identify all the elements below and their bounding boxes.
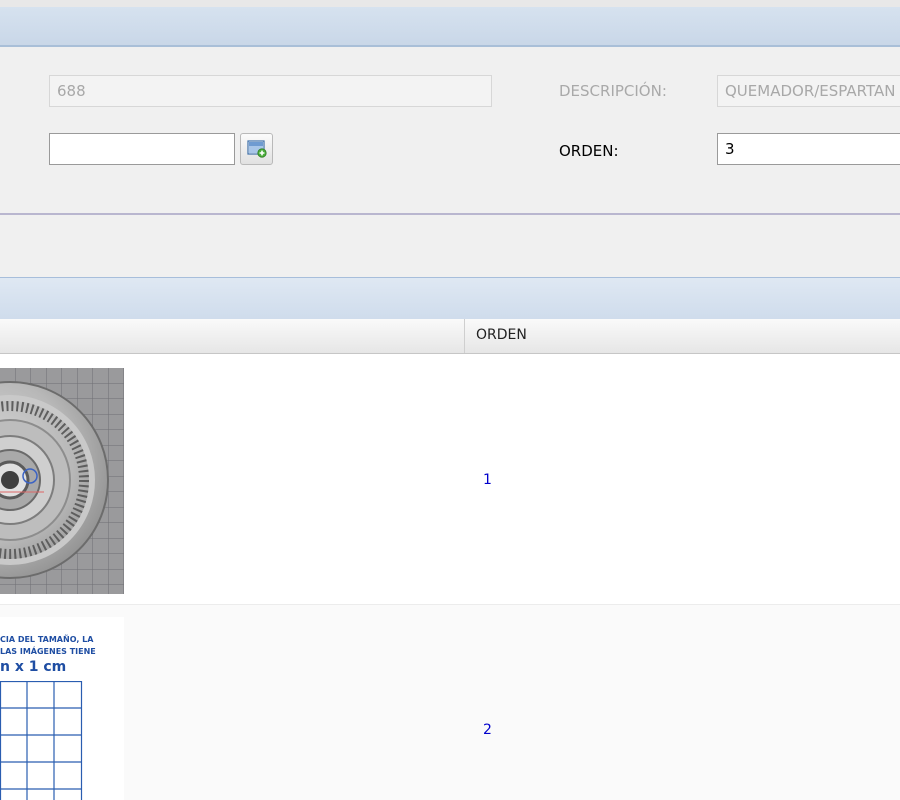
description-field[interactable]: QUEMADOR/ESPARTAN <box>717 75 900 107</box>
upload-image-button[interactable] <box>240 133 273 165</box>
size-caption-line2: LAS IMÁGENES TIENE <box>0 647 96 656</box>
column-header-orden[interactable]: ORDEN <box>476 327 527 343</box>
toolbar-spacer <box>0 215 900 277</box>
grid-panel-header <box>0 277 900 320</box>
column-separator[interactable] <box>464 319 465 353</box>
code-field[interactable]: 688 <box>49 75 492 107</box>
size-reference-image: CIA DEL TAMAÑO, LA LAS IMÁGENES TIENE n … <box>0 617 124 800</box>
grid-column-header: ORDEN <box>0 319 900 354</box>
burner-photo <box>0 368 124 594</box>
table-row[interactable]: CIA DEL TAMAÑO, LA LAS IMÁGENES TIENE n … <box>0 605 900 800</box>
image-add-icon <box>247 140 267 158</box>
orden-cell: 2 <box>483 722 492 738</box>
size-caption-line3: n x 1 cm <box>0 659 67 675</box>
form-area: 688 DESCRIPCIÓN: QUEMADOR/ESPARTAN ORDEN… <box>0 47 900 215</box>
image-file-field[interactable] <box>49 133 235 165</box>
order-label: ORDEN: <box>559 142 619 160</box>
orden-cell: 1 <box>483 472 492 488</box>
reference-grid-graphic <box>0 681 83 800</box>
table-row[interactable]: 1 <box>0 354 900 605</box>
order-field[interactable]: 3 <box>717 133 900 165</box>
form-panel-header <box>0 7 900 47</box>
description-label: DESCRIPCIÓN: <box>559 82 667 100</box>
size-caption-line1: CIA DEL TAMAÑO, LA <box>0 635 94 644</box>
